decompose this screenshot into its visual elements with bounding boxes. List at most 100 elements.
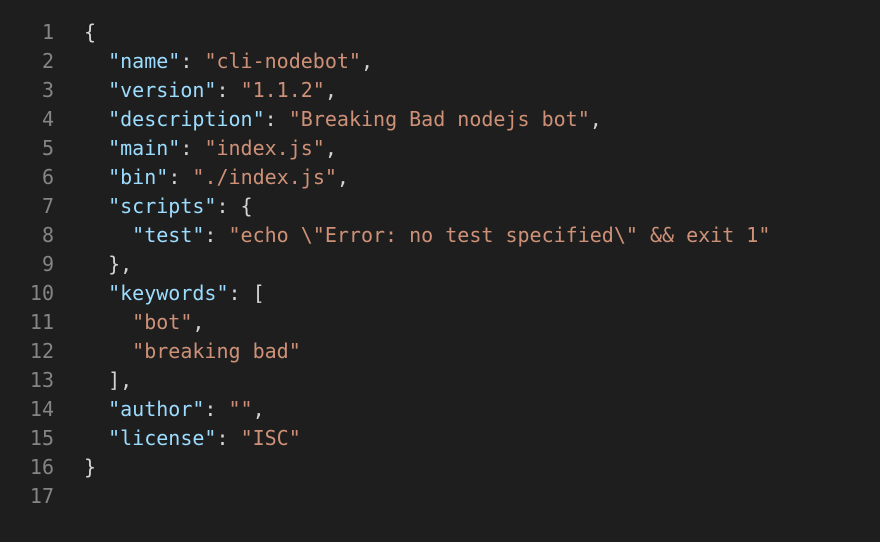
json-punctuation: : bbox=[180, 136, 205, 160]
line-number: 15 bbox=[29, 426, 54, 450]
line-number: 9 bbox=[41, 252, 54, 276]
code-line[interactable]: 11 "bot", bbox=[0, 308, 880, 337]
line-number: 13 bbox=[29, 368, 54, 392]
code-line[interactable]: 17 bbox=[0, 482, 880, 511]
line-content: "scripts": { bbox=[54, 192, 253, 221]
json-punctuation bbox=[84, 49, 108, 73]
line-number: 2 bbox=[41, 49, 54, 73]
line-content: "bin": "./index.js", bbox=[54, 163, 349, 192]
line-number: 8 bbox=[41, 223, 54, 247]
line-content: } bbox=[54, 453, 96, 482]
json-punctuation: } bbox=[84, 455, 97, 479]
line-content bbox=[54, 482, 84, 511]
json-punctuation bbox=[84, 426, 108, 450]
line-number: 3 bbox=[41, 78, 54, 102]
json-key: "bin" bbox=[108, 165, 169, 189]
line-number: 14 bbox=[29, 397, 54, 421]
line-content: "description": "Breaking Bad nodejs bot"… bbox=[54, 105, 602, 134]
json-key: "author" bbox=[108, 397, 205, 421]
json-punctuation: , bbox=[324, 136, 337, 160]
json-string: "echo \"Error: no test specified\" && ex… bbox=[228, 223, 771, 247]
line-number: 10 bbox=[29, 281, 54, 305]
code-line[interactable]: 4 "description": "Breaking Bad nodejs bo… bbox=[0, 105, 880, 134]
json-punctuation: , bbox=[324, 78, 337, 102]
json-punctuation: , bbox=[360, 49, 374, 73]
code-line[interactable]: 15 "license": "ISC" bbox=[0, 424, 880, 453]
line-content: "main": "index.js", bbox=[54, 134, 337, 163]
code-line[interactable]: 16} bbox=[0, 453, 880, 482]
code-line[interactable]: 7 "scripts": { bbox=[0, 192, 880, 221]
code-line[interactable]: 8 "test": "echo \"Error: no test specifi… bbox=[0, 221, 880, 250]
json-punctuation bbox=[84, 165, 108, 189]
line-number: 16 bbox=[29, 455, 54, 479]
code-line[interactable]: 6 "bin": "./index.js", bbox=[0, 163, 880, 192]
json-punctuation: , bbox=[589, 107, 602, 131]
code-line[interactable]: 2 "name": "cli-nodebot", bbox=[0, 47, 880, 76]
code-line[interactable]: 12 "breaking bad" bbox=[0, 337, 880, 366]
json-punctuation: , bbox=[192, 310, 205, 334]
json-key: "scripts" bbox=[108, 194, 217, 218]
json-key: "test" bbox=[132, 223, 205, 247]
code-line[interactable]: 10 "keywords": [ bbox=[0, 279, 880, 308]
json-string: "ISC" bbox=[240, 426, 301, 450]
json-string: "./index.js" bbox=[192, 165, 337, 189]
code-lines: 1{2 "name": "cli-nodebot", 3 "version": "… bbox=[0, 18, 880, 511]
line-number: 12 bbox=[29, 339, 54, 363]
json-punctuation bbox=[84, 136, 108, 160]
code-line[interactable]: 1{ bbox=[0, 18, 880, 47]
json-punctuation: { bbox=[84, 20, 97, 44]
json-string: "" bbox=[228, 397, 253, 421]
json-string: "breaking bad" bbox=[132, 339, 301, 363]
json-punctuation: : bbox=[216, 426, 241, 450]
line-content: "breaking bad" bbox=[54, 337, 301, 366]
json-punctuation: : bbox=[216, 78, 241, 102]
json-string: "1.1.2" bbox=[240, 78, 325, 102]
json-punctuation bbox=[84, 310, 132, 334]
code-line[interactable]: 14 "author": "", bbox=[0, 395, 880, 424]
line-number: 5 bbox=[41, 136, 54, 160]
json-key: "name" bbox=[108, 49, 181, 73]
json-punctuation bbox=[84, 194, 108, 218]
line-content: "author": "", bbox=[54, 395, 265, 424]
line-number: 1 bbox=[41, 20, 54, 44]
json-string: "index.js" bbox=[204, 136, 325, 160]
json-key: "version" bbox=[108, 78, 217, 102]
json-punctuation: , bbox=[252, 397, 265, 421]
json-punctuation: , bbox=[336, 165, 349, 189]
json-punctuation bbox=[84, 223, 132, 247]
line-content: "name": "cli-nodebot", bbox=[54, 47, 373, 76]
line-content: "version": "1.1.2", bbox=[54, 76, 337, 105]
line-number: 17 bbox=[29, 484, 54, 508]
code-line[interactable]: 13 ], bbox=[0, 366, 880, 395]
code-line[interactable]: 3 "version": "1.1.2", bbox=[0, 76, 880, 105]
line-content: "test": "echo \"Error: no test specified… bbox=[54, 221, 770, 250]
json-punctuation: : bbox=[264, 107, 289, 131]
json-punctuation: : bbox=[168, 165, 193, 189]
line-number: 4 bbox=[41, 107, 54, 131]
json-punctuation: }, bbox=[84, 252, 133, 276]
json-string: "Breaking Bad nodejs bot" bbox=[288, 107, 590, 131]
line-number: 11 bbox=[29, 310, 54, 334]
json-key: "description" bbox=[108, 107, 265, 131]
json-punctuation: : bbox=[204, 223, 229, 247]
line-content: "bot", bbox=[54, 308, 204, 337]
json-punctuation: : bbox=[180, 49, 205, 73]
json-punctuation bbox=[84, 281, 108, 305]
line-content: ], bbox=[54, 366, 132, 395]
code-line[interactable]: 9 }, bbox=[0, 250, 880, 279]
json-string: "cli-nodebot" bbox=[204, 49, 361, 73]
json-punctuation bbox=[84, 78, 108, 102]
json-key: "license" bbox=[108, 426, 217, 450]
json-punctuation: : bbox=[204, 397, 229, 421]
line-content: }, bbox=[54, 250, 132, 279]
json-punctuation: : [ bbox=[228, 281, 265, 305]
json-punctuation: ], bbox=[84, 368, 133, 392]
code-line[interactable]: 5 "main": "index.js", bbox=[0, 134, 880, 163]
json-punctuation: : { bbox=[216, 194, 253, 218]
line-content: "keywords": [ bbox=[54, 279, 265, 308]
json-string: "bot" bbox=[132, 310, 193, 334]
line-number: 6 bbox=[41, 165, 54, 189]
json-punctuation bbox=[84, 107, 108, 131]
line-content: { bbox=[54, 18, 96, 47]
code-editor[interactable]: 1{2 "name": "cli-nodebot", 3 "version": "… bbox=[0, 0, 880, 542]
